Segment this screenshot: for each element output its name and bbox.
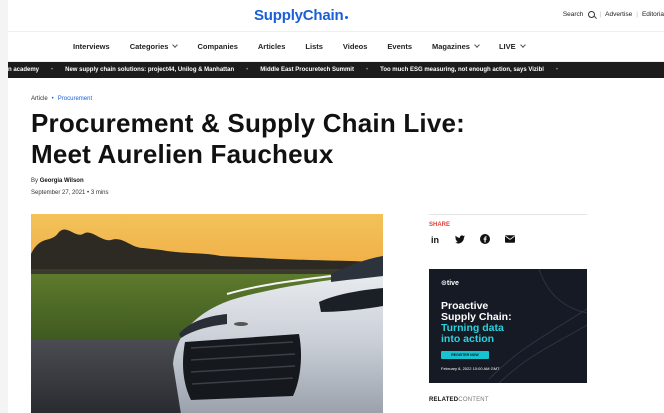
advertise-link[interactable]: Advertise [605,11,632,18]
linkedin-icon[interactable]: in [429,235,441,245]
ad-register-button[interactable]: REGISTER NOW [441,351,489,359]
search-label[interactable]: Search [563,11,584,18]
advertisement-banner[interactable]: ⊙tive Proactive Supply Chain: Turning dat… [429,269,587,383]
twitter-icon[interactable] [454,234,466,246]
breadcrumb-separator: • [51,96,54,102]
ad-headline: Proactive Supply Chain: [441,300,512,323]
nav-interviews[interactable]: Interviews [73,42,110,51]
news-ticker: n academy • New supply chain solutions: … [8,62,664,78]
byline: By Georgia Wilson [31,178,84,184]
main-nav: Interviews Categories Companies Articles… [8,32,664,62]
ticker-separator: • [555,67,559,73]
share-divider [429,214,587,215]
author-link[interactable]: Georgia Wilson [40,178,84,184]
utility-links: Search | Advertise | Editoria [563,11,664,18]
breadcrumb: Article • Procurement [31,96,92,102]
hero-image [31,214,383,413]
ticker-separator: • [51,67,54,73]
facebook-icon[interactable] [479,234,491,246]
chevron-down-icon [474,42,480,48]
publish-date: September 27, 2021 [31,190,86,196]
chevron-down-icon [519,42,526,48]
nav-magazines[interactable]: Magazines [432,42,480,51]
nav-videos[interactable]: Videos [343,42,367,51]
nav-live[interactable]: LIVE [499,42,526,51]
ad-brand: ⊙tive [441,280,459,287]
email-icon[interactable] [504,235,516,245]
logo-dot [345,16,349,19]
ad-subheadline: Turning data into action [441,322,504,345]
share-icons: in [429,234,516,246]
ticker-item[interactable]: n academy [8,67,39,73]
nav-categories[interactable]: Categories [130,42,179,51]
ticker-separator: • [365,67,369,73]
editorial-link[interactable]: Editoria [642,11,664,18]
ticker-item[interactable]: Too much ESG measuring, not enough actio… [380,67,544,73]
divider: | [599,11,602,18]
nav-companies[interactable]: Companies [197,42,237,51]
ad-date: February 8, 2022 10:00 AM GMT [441,366,500,371]
title-line-1: Procurement & Supply Chain Live: [31,108,466,138]
chevron-down-icon [172,42,179,48]
nav-lists[interactable]: Lists [305,42,323,51]
ticker-separator: • [246,67,249,73]
nav-events[interactable]: Events [387,42,412,51]
article-title: Procurement & Supply Chain Live: Meet Au… [31,108,591,170]
page: SupplyChain Search | Advertise | Editori… [8,0,664,413]
dateline: September 27, 2021 • 3 mins [31,190,109,196]
top-bar: SupplyChain Search | Advertise | Editori… [8,0,664,32]
read-time: 3 mins [90,190,109,196]
divider: | [636,11,638,18]
search-icon[interactable] [588,11,596,18]
title-line-2: Meet Aurelien Faucheux [31,139,334,169]
by-prefix: By [31,178,39,184]
nav-articles[interactable]: Articles [258,42,286,51]
share-label: SHARE [429,222,451,228]
related-content-heading: RELATEDCONTENT [429,397,489,403]
ticker-item[interactable]: Middle East Procuretech Summit [260,67,354,73]
breadcrumb-type: Article [31,96,48,102]
ticker-item[interactable]: New supply chain solutions: project44, U… [65,67,234,73]
site-logo[interactable]: SupplyChain [254,7,349,24]
breadcrumb-category[interactable]: Procurement [58,96,92,102]
